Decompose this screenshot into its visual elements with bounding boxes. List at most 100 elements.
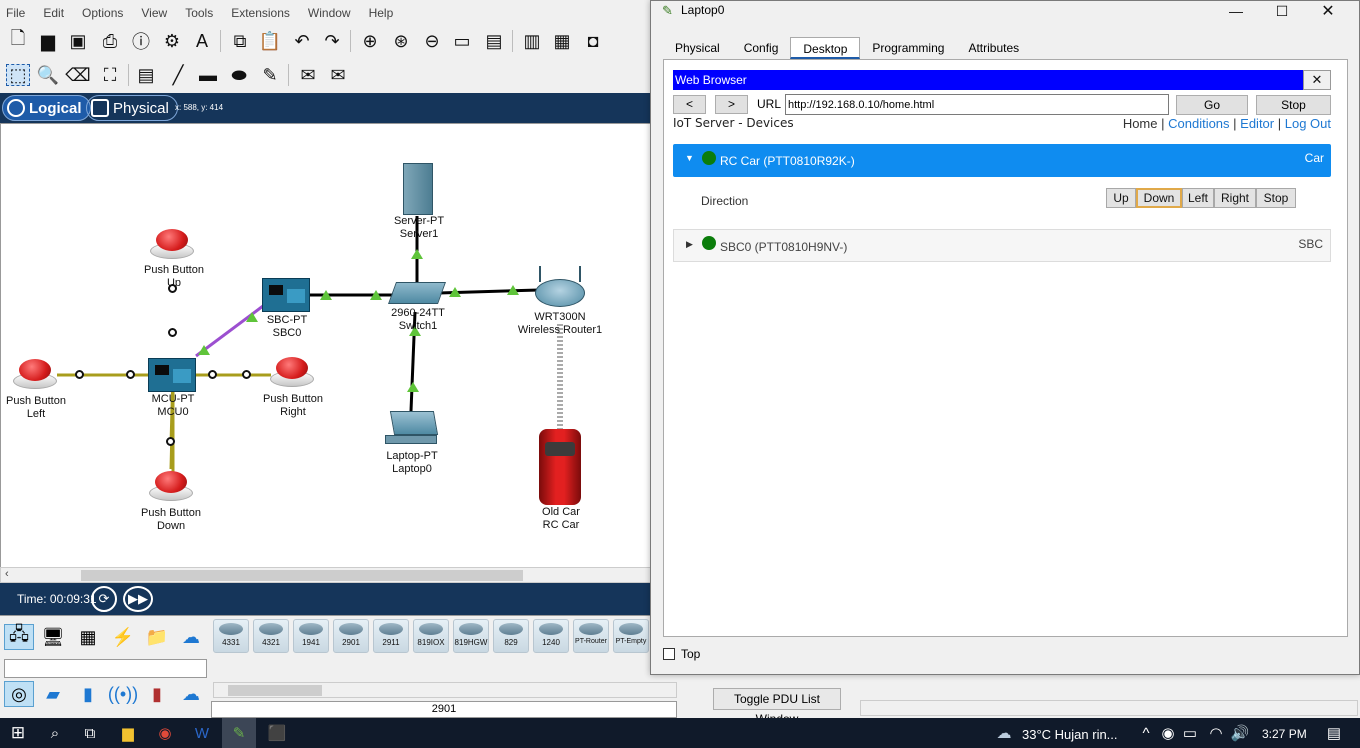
network-icon[interactable]: ▭ — [1178, 722, 1202, 744]
freeform-icon[interactable]: ✎ — [258, 64, 282, 86]
direction-down-button[interactable]: Down — [1136, 188, 1182, 208]
rectangle-icon[interactable]: ▬ — [196, 64, 220, 86]
tab-physical[interactable]: Physical — [663, 37, 732, 59]
new-file-icon[interactable]: 🗋 — [6, 28, 30, 52]
misc-category-icon[interactable]: 📁 — [142, 624, 172, 650]
rc-car-device[interactable] — [539, 429, 581, 505]
paste-icon[interactable]: 📋 — [258, 30, 282, 52]
logical-workspace[interactable]: Push Button Up Push Button Left Push Butto… — [0, 123, 652, 568]
wireless-subcategory-icon[interactable]: ((•)) — [108, 681, 138, 707]
router-model-tile[interactable]: PT-Empty — [613, 619, 649, 653]
menu-tools[interactable]: Tools — [185, 6, 213, 20]
logical-view-button[interactable]: Logical — [2, 95, 91, 121]
power-cycle-icon[interactable]: ⟳ — [91, 586, 117, 612]
pdu-scrollbar[interactable] — [860, 700, 1358, 716]
chrome-icon[interactable]: ◉ — [153, 722, 177, 744]
tab-programming[interactable]: Programming — [860, 37, 956, 59]
router-model-tile[interactable]: 1240 — [533, 619, 569, 653]
menu-view[interactable]: View — [141, 6, 167, 20]
switches-subcategory-icon[interactable]: ▰ — [38, 681, 68, 707]
line-icon[interactable]: ╱ — [166, 64, 190, 86]
router-model-tile[interactable]: 4321 — [253, 619, 289, 653]
wireless-router-device[interactable] — [535, 279, 585, 307]
router-model-tile[interactable]: 819HGW — [453, 619, 489, 653]
nav-conditions[interactable]: Conditions — [1168, 116, 1229, 131]
url-input[interactable] — [785, 94, 1169, 115]
components-category-icon[interactable]: ▦ — [73, 624, 103, 650]
open-folder-icon[interactable]: ▆ — [36, 30, 60, 52]
browser-forward-button[interactable]: > — [715, 95, 748, 114]
direction-up-button[interactable]: Up — [1106, 188, 1136, 208]
info-icon[interactable]: ⓘ — [129, 30, 153, 52]
undo-icon[interactable]: ↶ — [290, 30, 314, 52]
tab-config[interactable]: Config — [732, 37, 791, 59]
inspect-icon[interactable]: 🔍 — [36, 64, 60, 86]
weather-text[interactable]: 33°C Hujan rin... — [1022, 727, 1118, 742]
go-button[interactable]: Go — [1176, 95, 1248, 115]
palette-search-field[interactable] — [4, 659, 207, 678]
sbc-device[interactable] — [262, 278, 310, 312]
scrollbar-thumb[interactable] — [228, 685, 322, 696]
menu-options[interactable]: Options — [82, 6, 123, 20]
menu-help[interactable]: Help — [369, 6, 394, 20]
camera-icon[interactable]: ◘ — [581, 30, 605, 52]
nav-editor[interactable]: Editor — [1240, 116, 1274, 131]
pdf-reader-icon[interactable]: ⬛ — [265, 722, 289, 744]
router-model-tile[interactable]: 1941 — [293, 619, 329, 653]
direction-left-button[interactable]: Left — [1182, 188, 1214, 208]
ellipse-icon[interactable]: ⬬ — [227, 64, 251, 86]
scrollbar-thumb[interactable] — [81, 570, 523, 581]
nav-home[interactable]: Home — [1123, 116, 1158, 131]
stop-button[interactable]: Stop — [1256, 95, 1331, 115]
select-icon[interactable]: ⬚ — [6, 64, 30, 86]
direction-right-button[interactable]: Right — [1214, 188, 1256, 208]
expand-arrow-icon[interactable]: ▶ — [686, 239, 693, 250]
top-checkbox[interactable] — [663, 648, 675, 660]
delete-icon[interactable]: ⌫ — [65, 64, 90, 86]
device-row-sbc[interactable]: ▶ SBC0 (PTT0810H9NV-) SBC — [673, 229, 1331, 262]
windows-start-icon[interactable]: ⊞ — [6, 722, 30, 744]
routers-subcategory-icon[interactable]: ◎ — [4, 681, 34, 707]
file-explorer-icon[interactable]: ▆ — [116, 722, 140, 744]
direction-stop-button[interactable]: Stop — [1256, 188, 1296, 208]
wifi-icon[interactable]: ◠ — [1204, 722, 1228, 744]
router-model-tile[interactable]: 2911 — [373, 619, 409, 653]
complex-pdu-icon[interactable]: ✉ — [326, 64, 350, 86]
nav-logout[interactable]: Log Out — [1285, 116, 1331, 131]
document-icon[interactable]: ▥ — [520, 30, 544, 52]
scroll-left-icon[interactable]: ‹ — [5, 568, 9, 580]
palette-scrollbar[interactable] — [213, 682, 677, 698]
server-device[interactable] — [403, 163, 433, 215]
zoom-out-icon[interactable]: ⊖ — [420, 30, 444, 52]
network-info-icon[interactable]: ⚙ — [160, 30, 184, 52]
drawing-palette-icon[interactable]: ▭ — [450, 30, 474, 52]
custom-device-icon[interactable]: ▤ — [482, 30, 506, 52]
push-button-down-device[interactable] — [149, 471, 193, 501]
note-icon[interactable]: ▤ — [134, 64, 158, 86]
activity-wizard-icon[interactable]: A — [190, 30, 214, 52]
connections-category-icon[interactable]: ⚡ — [108, 624, 138, 650]
multiuser-category-icon[interactable]: ☁ — [176, 624, 206, 650]
security-subcategory-icon[interactable]: ▮ — [142, 681, 172, 707]
minimize-icon[interactable]: — — [1213, 1, 1259, 21]
zoom-in-icon[interactable]: ⊕ — [358, 30, 382, 52]
close-icon[interactable]: ✕ — [1305, 1, 1351, 21]
push-button-left-device[interactable] — [13, 359, 57, 389]
router-model-tile[interactable]: 819IOX — [413, 619, 449, 653]
notifications-icon[interactable]: ▤ — [1322, 722, 1346, 744]
zoom-reset-icon[interactable]: ⊛ — [389, 30, 413, 52]
maximize-icon[interactable]: ☐ — [1259, 1, 1305, 21]
device-row-rc-car[interactable]: ▼ RC Car (PTT0810R92K-) Car — [673, 144, 1331, 177]
hubs-subcategory-icon[interactable]: ▮ — [73, 681, 103, 707]
menu-window[interactable]: Window — [308, 6, 351, 20]
search-icon[interactable]: ⌕ — [43, 722, 67, 744]
copy-icon[interactable]: ⧉ — [228, 30, 252, 52]
browser-back-button[interactable]: < — [673, 95, 706, 114]
redo-icon[interactable]: ↷ — [320, 30, 344, 52]
physical-view-button[interactable]: Physical — [86, 95, 178, 121]
packet-tracer-taskbar-icon[interactable]: ✎ — [222, 718, 256, 748]
resize-icon[interactable]: ⛶ — [98, 64, 122, 86]
menu-file[interactable]: File — [6, 6, 25, 20]
laptop-device[interactable] — [389, 411, 439, 435]
word-icon[interactable]: W — [190, 722, 214, 744]
